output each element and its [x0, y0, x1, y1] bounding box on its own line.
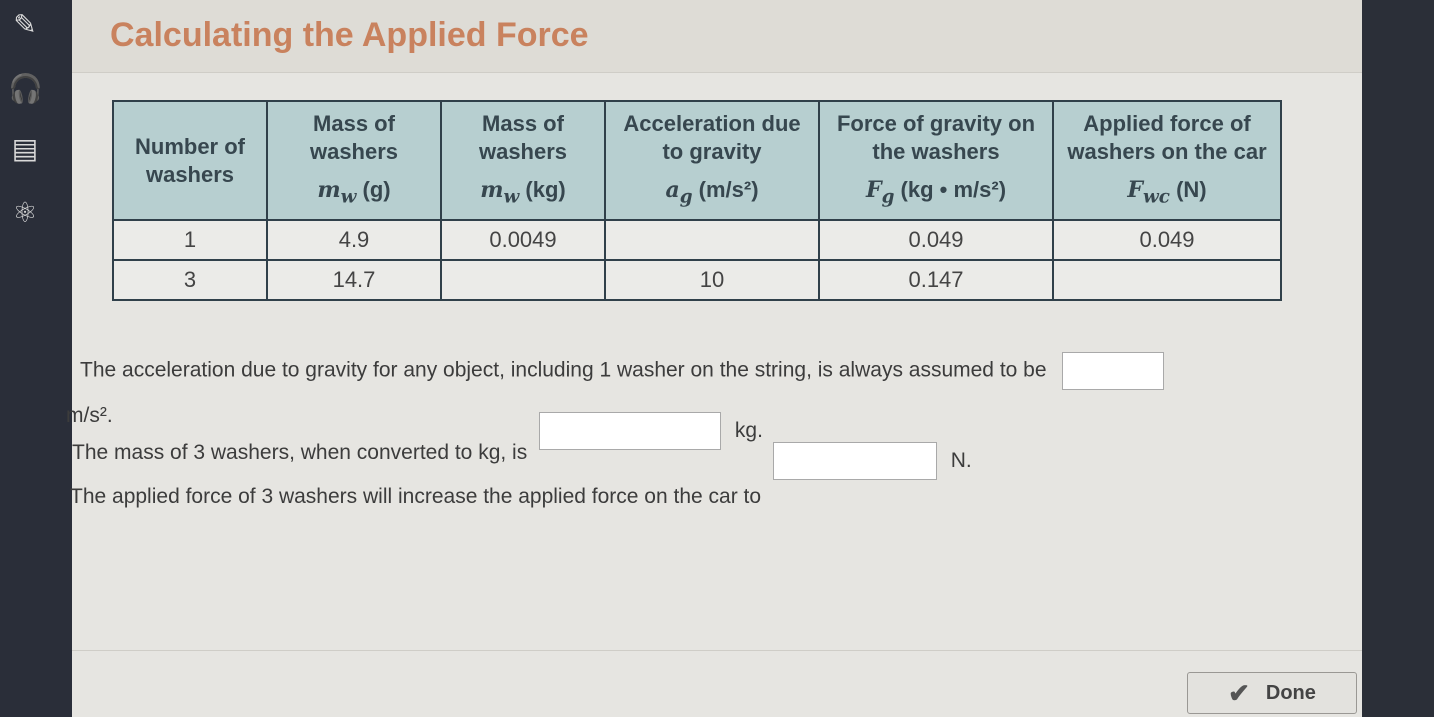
- header-label: Number of washers: [135, 133, 245, 187]
- question-3-text: The applied force of 3 washers will incr…: [70, 484, 762, 508]
- header-mass-g: Mass of washers mw (g): [266, 99, 442, 222]
- unit: (N): [1176, 177, 1207, 202]
- header-label: Mass of washers: [309, 111, 399, 164]
- content-panel: Calculating the Applied Force Number of …: [66, 0, 1362, 717]
- subscript: wc: [1143, 186, 1170, 208]
- header-unit: mw (g): [274, 176, 434, 211]
- header-applied-force: Applied force of washers on the car Fwc …: [1052, 99, 1282, 222]
- header-label: Applied force of washers on the car: [1067, 111, 1267, 164]
- symbol: m: [317, 177, 341, 203]
- notes-icon[interactable]: ▤: [8, 132, 42, 166]
- gravity-answer-input[interactable]: [1062, 352, 1165, 390]
- table-row: 1 4.9 0.0049 0.049 0.049: [112, 219, 1282, 262]
- data-table: Number of washers Mass of washers mw (g)…: [112, 99, 1282, 302]
- title-bar: Calculating the Applied Force: [72, 0, 1362, 73]
- subscript: w: [340, 186, 357, 208]
- subscript: w: [503, 186, 520, 208]
- cell-force-gravity: 0.147: [818, 259, 1054, 302]
- done-button[interactable]: ✔ Done: [1187, 672, 1357, 714]
- cell-number: 1: [112, 219, 268, 262]
- question-1-text: The acceleration due to gravity for any …: [80, 358, 1047, 382]
- header-label: Acceleration due to gravity: [623, 111, 801, 164]
- cell-mass-kg: 0.0049: [440, 219, 606, 262]
- subscript: g: [679, 186, 693, 208]
- page-title: Calculating the Applied Force: [110, 16, 589, 54]
- question-3-unit: N.: [950, 448, 972, 472]
- header-unit: ag (m/s²): [612, 176, 812, 211]
- applied-force-answer-input[interactable]: [772, 442, 937, 480]
- symbol: a: [665, 177, 680, 203]
- unit: (g): [362, 177, 391, 202]
- subscript: g: [881, 186, 895, 208]
- cell-force-gravity: 0.049: [818, 219, 1054, 262]
- checkmark-icon: ✔: [1228, 677, 1250, 708]
- unit: (m/s²): [698, 177, 759, 202]
- header-mass-kg: Mass of washers mw (kg): [440, 99, 606, 222]
- symbol: F: [865, 177, 882, 203]
- cell-applied-force: [1052, 259, 1282, 302]
- unit: (kg): [525, 177, 566, 202]
- cell-mass-kg: [440, 259, 606, 302]
- pencil-icon[interactable]: ✎: [8, 8, 42, 42]
- question-2-unit: kg.: [734, 418, 763, 442]
- unit: (kg • m/s²): [900, 177, 1007, 202]
- header-unit: mw (kg): [448, 176, 598, 211]
- header-unit: Fg (kg • m/s²): [826, 176, 1046, 211]
- header-number-of-washers: Number of washers: [112, 99, 268, 222]
- header-acceleration: Acceleration due to gravity ag (m/s²): [604, 99, 820, 222]
- headphones-icon[interactable]: 🎧: [8, 72, 43, 106]
- table-row: 3 14.7 10 0.147: [112, 259, 1282, 302]
- footer-divider: [72, 650, 1362, 651]
- header-label: Mass of washers: [478, 111, 568, 164]
- cell-applied-force: 0.049: [1052, 219, 1282, 262]
- question-3: The applied force of 3 washers will incr…: [70, 442, 972, 508]
- header-label: Force of gravity on the washers: [836, 111, 1036, 164]
- done-label: Done: [1265, 681, 1316, 704]
- sidebar: ✎ 🎧 ▤ ⚛: [0, 0, 72, 717]
- symbol: F: [1127, 177, 1143, 203]
- cell-acceleration: [604, 219, 820, 262]
- question-1: The acceleration due to gravity for any …: [80, 352, 1165, 390]
- header-force-of-gravity: Force of gravity on the washers Fg (kg •…: [818, 99, 1054, 222]
- cell-number: 3: [112, 259, 268, 302]
- atom-icon[interactable]: ⚛: [8, 196, 42, 230]
- cell-acceleration: 10: [604, 259, 820, 302]
- table-header-row: Number of washers Mass of washers mw (g)…: [112, 99, 1282, 222]
- cell-mass-g: 4.9: [266, 219, 442, 262]
- symbol: m: [480, 177, 504, 203]
- cell-mass-g: 14.7: [266, 259, 442, 302]
- header-unit: Fwc (N): [1060, 176, 1274, 211]
